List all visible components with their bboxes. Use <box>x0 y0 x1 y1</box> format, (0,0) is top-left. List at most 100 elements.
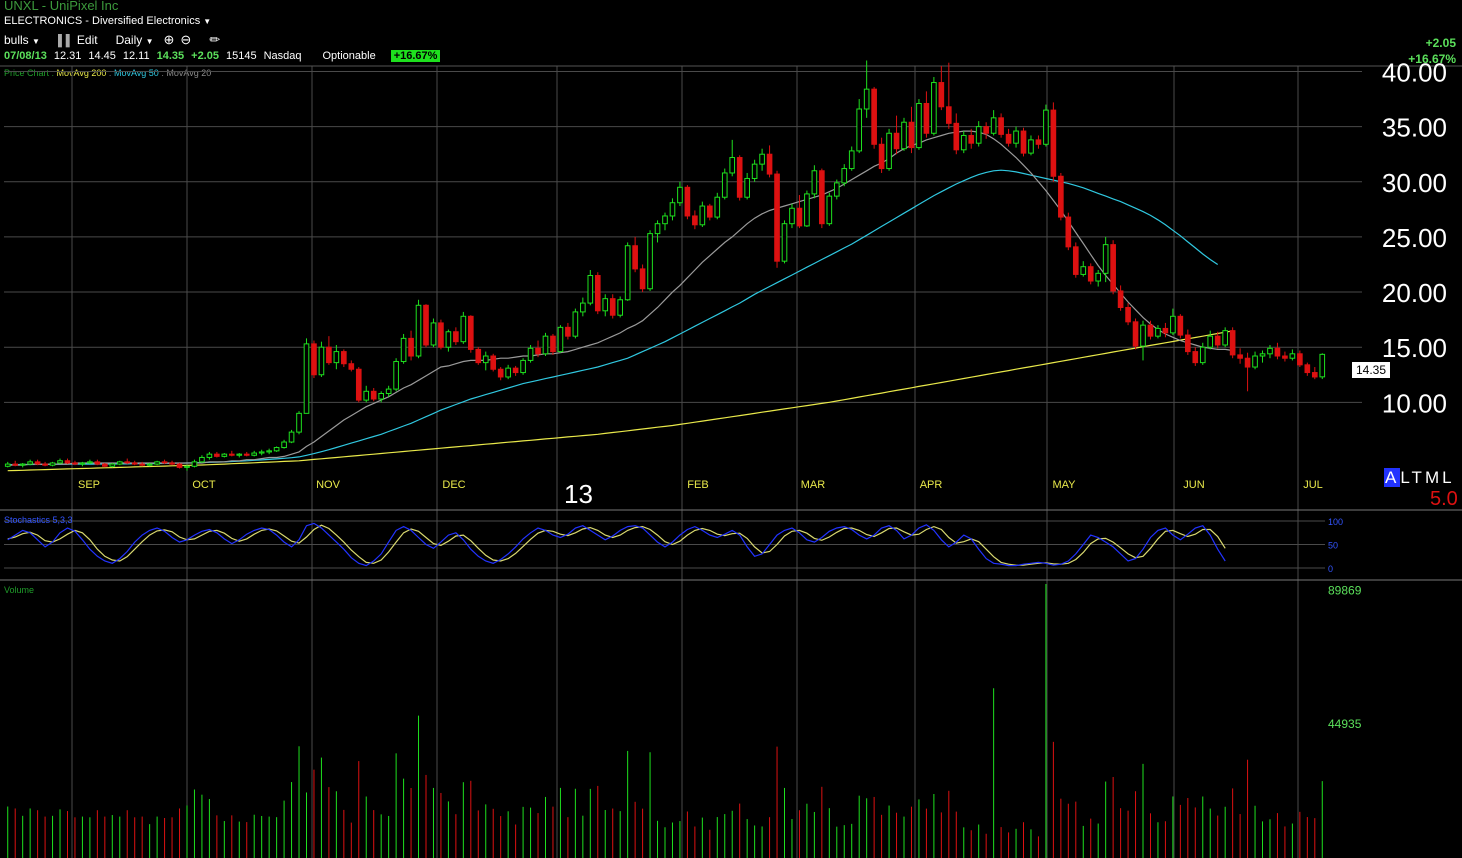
candle-body <box>759 153 765 165</box>
template-letter-m[interactable]: M <box>1425 468 1442 487</box>
candle-body <box>789 207 795 225</box>
candle-body <box>654 223 661 235</box>
candle-body <box>34 461 41 465</box>
candle-body <box>228 453 235 456</box>
candle-body <box>460 315 467 343</box>
candle-body <box>184 465 190 468</box>
candle-body <box>1125 306 1131 323</box>
candle-body <box>886 132 892 170</box>
volume-tick-label: 44935 <box>1328 717 1362 731</box>
candle-body <box>841 168 848 184</box>
candle-body <box>1035 139 1042 145</box>
candle-body <box>1162 327 1169 334</box>
candle-body <box>109 463 116 467</box>
month-label: JUN <box>1183 479 1204 491</box>
candle-body <box>467 315 474 350</box>
candle-body <box>1050 109 1057 177</box>
candle-body <box>1013 130 1019 144</box>
candle-body <box>819 170 825 225</box>
candle-body <box>378 393 384 400</box>
candle-body <box>520 359 526 374</box>
candle-body <box>281 441 287 449</box>
price-tick-label: 10.00 <box>1382 388 1447 418</box>
candle-body <box>199 456 205 463</box>
candle-body <box>1110 244 1116 292</box>
candle-body <box>572 311 579 337</box>
month-label: JUL <box>1303 479 1323 491</box>
candle-body <box>1177 315 1184 336</box>
candle-body <box>557 326 564 353</box>
candle-body <box>94 461 101 465</box>
candle-body <box>744 177 750 198</box>
template-letter-a[interactable]: A <box>1384 468 1401 487</box>
candle-body <box>1147 324 1154 337</box>
candle-body <box>512 367 519 374</box>
version-label: 5.0 <box>1430 488 1458 510</box>
candle-body <box>580 302 586 313</box>
month-label: FEB <box>687 479 708 491</box>
candle-body <box>1065 216 1072 248</box>
candle-body <box>273 447 280 452</box>
candle-body <box>1267 347 1273 355</box>
candle-body <box>303 343 310 414</box>
candle-body <box>1237 354 1243 359</box>
candle-body <box>736 157 743 198</box>
candle-body <box>423 304 429 346</box>
template-letter-l2[interactable]: L <box>1442 468 1454 487</box>
candle-body <box>1259 353 1266 357</box>
candle-body <box>296 412 302 433</box>
candle-body <box>632 245 638 270</box>
candle-body <box>139 463 145 466</box>
candle-body <box>1020 130 1027 154</box>
candle-body <box>833 182 840 197</box>
candle-body <box>154 461 160 465</box>
candle-body <box>438 322 444 348</box>
candle-body <box>131 462 138 465</box>
candle-body <box>535 347 541 355</box>
candle-body <box>804 193 810 227</box>
candle-body <box>617 299 624 316</box>
candle-body <box>1087 266 1094 282</box>
stoch-tick-label: 0 <box>1328 564 1333 574</box>
candle-body <box>400 337 407 363</box>
ma200-line <box>7 330 1233 472</box>
candle-body <box>341 351 347 365</box>
candle-body <box>609 298 616 316</box>
month-label: DEC <box>442 479 465 491</box>
candle-body <box>333 351 340 364</box>
candle-body <box>871 88 877 145</box>
candle-body <box>714 196 721 218</box>
candle-body <box>863 88 870 110</box>
candle-body <box>482 355 489 364</box>
stock-chart[interactable]: 40.00 35.00 30.00 25.00 20.00 15.00 10.00 SEP OC… <box>0 0 1462 858</box>
candle-body <box>946 106 952 124</box>
candle-body <box>729 157 736 174</box>
month-label: OCT <box>192 479 216 491</box>
candle-body <box>677 186 683 204</box>
candle-body <box>1252 355 1258 368</box>
candle-body <box>72 462 78 465</box>
candle-body <box>990 117 997 134</box>
candle-body <box>960 134 967 151</box>
candle-body <box>826 195 833 225</box>
candle-body <box>1140 324 1146 347</box>
template-letter-t[interactable]: T <box>1412 468 1425 487</box>
candle-body <box>796 207 803 227</box>
candle-body <box>901 121 907 150</box>
candle-body <box>1274 347 1281 357</box>
candle-body <box>19 463 26 466</box>
candle-body <box>774 173 780 262</box>
price-tick-label: 30.00 <box>1382 168 1447 198</box>
stoch-tick-label: 100 <box>1328 517 1343 527</box>
candle-body <box>1117 290 1124 308</box>
candle-body <box>1080 266 1087 275</box>
candle-body <box>64 460 71 464</box>
candle-body <box>1170 315 1176 334</box>
template-letter-l[interactable]: L <box>1400 468 1411 487</box>
price-tick-label: 40.00 <box>1382 58 1447 88</box>
candle-body <box>497 368 504 378</box>
candle-body <box>893 132 900 150</box>
candle-body <box>1199 346 1206 364</box>
candle-body <box>1058 175 1064 218</box>
candle-body <box>408 337 414 357</box>
